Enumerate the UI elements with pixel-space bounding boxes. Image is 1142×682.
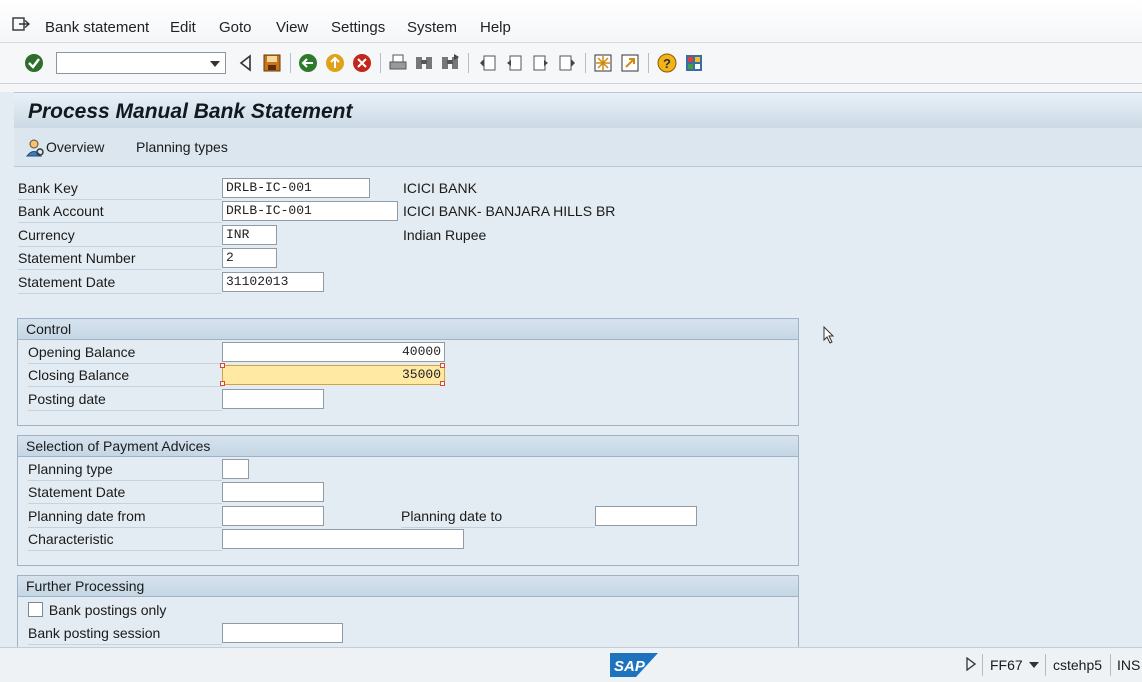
application-toolbar: Overview Planning types xyxy=(14,128,1142,167)
advice-statement-date-field[interactable] xyxy=(222,482,324,502)
first-page-icon[interactable] xyxy=(478,53,498,73)
person-overview-icon xyxy=(25,139,44,157)
further-processing-group-title: Further Processing xyxy=(18,576,798,597)
currency-description: Indian Rupee xyxy=(403,227,487,243)
bank-postings-only-option[interactable]: Bank postings only xyxy=(28,599,166,621)
selection-handle xyxy=(220,363,225,368)
planning-types-button[interactable]: Planning types xyxy=(136,139,228,155)
chevron-down-icon[interactable] xyxy=(1029,662,1039,668)
bank-posting-session-label: Bank posting session xyxy=(28,622,222,645)
payment-advices-group-title: Selection of Payment Advices xyxy=(18,436,798,457)
menu-exit-icon[interactable] xyxy=(12,16,30,32)
bank-postings-only-checkbox[interactable] xyxy=(28,602,43,617)
planning-date-to-label: Planning date to xyxy=(401,505,595,528)
page-title: Process Manual Bank Statement xyxy=(28,100,353,123)
bank-key-label: Bank Key xyxy=(18,177,222,200)
toolbar-separator xyxy=(380,53,381,73)
find-next-icon[interactable] xyxy=(440,53,460,73)
status-expand-icon[interactable] xyxy=(966,657,976,671)
statement-number-label: Statement Number xyxy=(18,247,222,270)
bank-key-field[interactable]: DRLB-IC-001 xyxy=(222,178,370,198)
toolbar-separator xyxy=(468,53,469,73)
server-name: cstehp5 xyxy=(1053,657,1103,673)
currency-field[interactable]: INR xyxy=(222,225,277,245)
toolbar-separator xyxy=(648,53,649,73)
menu-view[interactable]: View xyxy=(276,19,308,36)
toolbar-separator xyxy=(290,53,291,73)
transaction-code[interactable]: FF67 xyxy=(990,657,1023,673)
statement-date-label: Statement Date xyxy=(18,271,222,294)
bank-account-field[interactable]: DRLB-IC-001 xyxy=(222,201,398,221)
characteristic-label: Characteristic xyxy=(28,528,222,551)
menu-edit[interactable]: Edit xyxy=(170,19,196,36)
help-icon[interactable]: ? xyxy=(657,53,677,73)
main-content: Bank Key DRLB-IC-001 ICICI BANK Bank Acc… xyxy=(14,167,1142,655)
svg-text:SAP: SAP xyxy=(614,658,646,675)
command-field[interactable] xyxy=(56,52,226,74)
menu-goto[interactable]: Goto xyxy=(219,19,252,36)
opening-balance-field[interactable]: 40000 xyxy=(222,342,445,362)
toolbar-gap xyxy=(0,84,1142,92)
mouse-cursor-icon xyxy=(823,326,835,344)
enter-icon[interactable] xyxy=(24,53,44,73)
last-page-icon[interactable] xyxy=(557,53,577,73)
planning-type-label: Planning type xyxy=(28,458,222,481)
next-page-icon[interactable] xyxy=(531,53,551,73)
insert-mode: INS xyxy=(1117,657,1141,673)
opening-balance-label: Opening Balance xyxy=(28,341,222,364)
planning-date-from-label: Planning date from xyxy=(28,505,222,528)
closing-balance-field[interactable]: 35000 xyxy=(222,365,445,385)
control-group-title: Control xyxy=(18,319,798,340)
bank-posting-session-field[interactable] xyxy=(222,623,343,643)
screen-title-bar: Process Manual Bank Statement xyxy=(14,92,1142,129)
selection-handle xyxy=(220,381,225,386)
statement-date-field[interactable]: 31102013 xyxy=(222,272,324,292)
status-separator xyxy=(1045,654,1046,676)
menu-bank-statement[interactable]: Bank statement xyxy=(45,19,149,36)
bank-account-description: ICICI BANK- BANJARA HILLS BR xyxy=(403,203,616,219)
exit-icon[interactable] xyxy=(325,53,345,73)
overview-button[interactable]: Overview xyxy=(25,139,105,157)
shortcut-icon[interactable] xyxy=(620,53,640,73)
advice-statement-date-label: Statement Date xyxy=(28,481,222,504)
bank-postings-only-label: Bank postings only xyxy=(48,602,167,618)
bank-account-label: Bank Account xyxy=(18,200,222,223)
status-bar: SAP FF67 cstehp5 INS xyxy=(0,647,1142,682)
toolbar-separator xyxy=(585,53,586,73)
planning-date-from-field[interactable] xyxy=(222,506,324,526)
standard-toolbar: ? xyxy=(0,43,1142,84)
overview-button-label: Overview xyxy=(46,139,105,155)
previous-page-icon[interactable] xyxy=(504,53,524,73)
menu-bar: Bank statement Edit Goto View Settings S… xyxy=(0,0,1142,43)
chevron-down-icon[interactable] xyxy=(210,61,220,67)
status-separator xyxy=(982,654,983,676)
menu-system[interactable]: System xyxy=(407,19,457,36)
closing-balance-label: Closing Balance xyxy=(28,364,222,387)
customize-layout-icon[interactable] xyxy=(684,53,704,73)
svg-text:?: ? xyxy=(663,56,671,71)
cancel-icon[interactable] xyxy=(352,53,372,73)
menu-settings[interactable]: Settings xyxy=(331,19,385,36)
currency-label: Currency xyxy=(18,224,222,247)
find-icon[interactable] xyxy=(414,53,434,73)
posting-date-label: Posting date xyxy=(28,388,222,411)
menu-help[interactable]: Help xyxy=(480,19,511,36)
back-icon[interactable] xyxy=(298,53,318,73)
planning-date-to-field[interactable] xyxy=(595,506,697,526)
save-icon[interactable] xyxy=(262,53,282,73)
print-icon[interactable] xyxy=(388,53,408,73)
posting-date-field[interactable] xyxy=(222,389,324,409)
characteristic-field[interactable] xyxy=(222,529,464,549)
back-arrow-icon[interactable] xyxy=(236,53,256,73)
statement-number-field[interactable]: 2 xyxy=(222,248,277,268)
selection-handle xyxy=(440,381,445,386)
status-separator xyxy=(1110,654,1111,676)
new-session-icon[interactable] xyxy=(593,53,613,73)
selection-handle xyxy=(440,363,445,368)
planning-type-field[interactable] xyxy=(222,459,249,479)
sap-logo: SAP xyxy=(610,653,658,677)
bank-key-description: ICICI BANK xyxy=(403,180,477,196)
